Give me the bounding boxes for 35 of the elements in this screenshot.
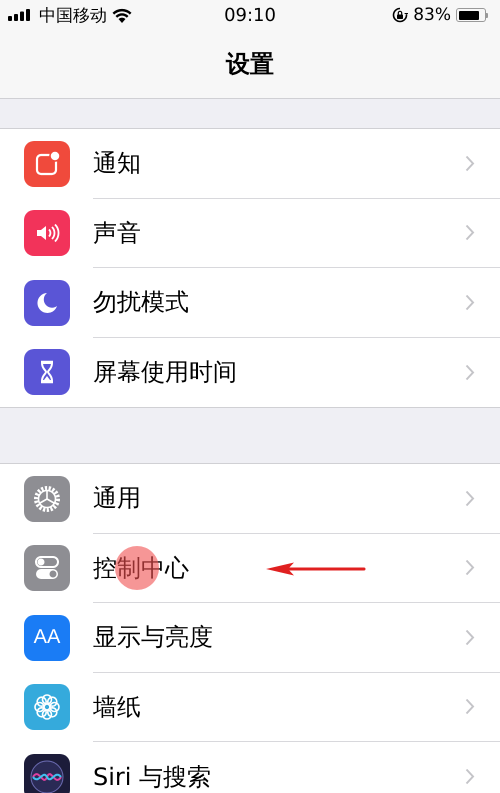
settings-row[interactable]: 勿扰模式 bbox=[0, 268, 500, 338]
chevron-icon bbox=[465, 559, 475, 576]
battery-icon bbox=[456, 8, 488, 22]
row-label: 声音 bbox=[93, 218, 141, 249]
settings-row[interactable]: 声音 bbox=[0, 198, 500, 268]
chevron-icon bbox=[465, 698, 475, 716]
chevron-icon bbox=[465, 294, 475, 311]
row-label: 勿扰模式 bbox=[93, 287, 189, 318]
row-label: 显示与亮度 bbox=[93, 622, 213, 654]
status-time: 09:10 bbox=[224, 4, 276, 26]
settings-row[interactable]: AA 显示与亮度 bbox=[0, 603, 500, 672]
row-label: Siri 与搜索 bbox=[93, 762, 212, 793]
settings-row[interactable]: Siri 与搜索 bbox=[0, 742, 500, 793]
text-size-icon: AA bbox=[24, 614, 70, 661]
settings-row[interactable]: 通知 bbox=[0, 129, 500, 198]
row-label: 墙纸 bbox=[93, 692, 141, 723]
settings-row[interactable]: 墙纸 bbox=[0, 672, 500, 742]
chevron-icon bbox=[465, 490, 475, 507]
carrier-name: 中国移动 bbox=[39, 4, 107, 26]
row-label: 屏幕使用时间 bbox=[93, 357, 237, 388]
row-label: 控制中心 bbox=[93, 552, 189, 584]
rotation-lock-icon bbox=[392, 7, 408, 23]
settings-row[interactable]: 屏幕使用时间 bbox=[0, 338, 500, 407]
row-label: 通用 bbox=[93, 483, 141, 514]
settings-row[interactable]: 控制中心 bbox=[0, 534, 500, 603]
chevron-icon bbox=[465, 154, 475, 172]
battery-percent: 83% bbox=[413, 5, 451, 25]
chevron-icon bbox=[465, 364, 475, 381]
chevron-icon bbox=[465, 224, 475, 242]
wifi-icon bbox=[112, 8, 132, 22]
chevron-icon bbox=[465, 768, 475, 786]
settings-row[interactable]: 通用 bbox=[0, 464, 500, 534]
chevron-icon bbox=[465, 628, 475, 646]
page-title: 设置 bbox=[226, 49, 274, 80]
row-label: 通知 bbox=[93, 148, 141, 180]
